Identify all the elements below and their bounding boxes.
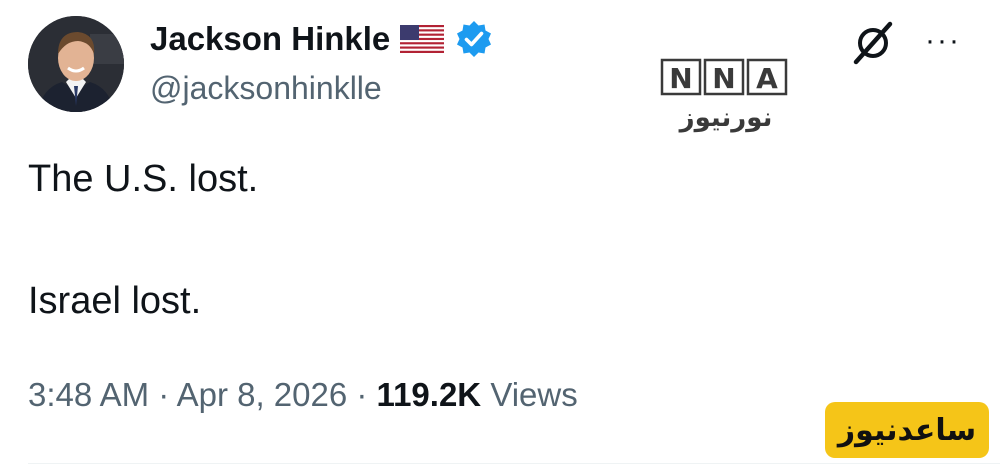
saednews-watermark-badge: ساعدنیوز bbox=[825, 402, 989, 458]
meta-separator: · bbox=[149, 376, 177, 413]
tweet-time[interactable]: 3:48 AM bbox=[28, 376, 149, 413]
grok-icon bbox=[853, 21, 893, 65]
svg-text:A: A bbox=[756, 62, 778, 95]
svg-text:نورنیوز: نورنیوز bbox=[678, 103, 773, 133]
verified-badge-icon[interactable] bbox=[454, 19, 494, 59]
svg-text:N: N bbox=[712, 62, 735, 95]
nna-watermark-logo: N N A نورنیوز bbox=[660, 58, 788, 133]
tweet-date[interactable]: Apr 8, 2026 bbox=[177, 376, 348, 413]
avatar-photo bbox=[28, 16, 124, 112]
more-button[interactable]: ··· bbox=[918, 24, 968, 58]
avatar[interactable] bbox=[28, 16, 124, 112]
views-label: Views bbox=[490, 376, 578, 413]
author-handle[interactable]: @jacksonhinklle bbox=[150, 70, 382, 107]
author-name-row: Jackson Hinkle bbox=[150, 18, 494, 60]
views-count[interactable]: 119.2K bbox=[377, 376, 482, 413]
svg-text:N: N bbox=[669, 62, 692, 95]
divider bbox=[28, 463, 1000, 464]
us-flag-icon bbox=[400, 25, 445, 53]
author-name[interactable]: Jackson Hinkle bbox=[150, 20, 390, 58]
grok-button[interactable] bbox=[848, 18, 898, 68]
tweet-text-line-2: Israel lost. bbox=[28, 280, 202, 322]
meta-separator: · bbox=[347, 376, 377, 413]
tweet-meta: 3:48 AM · Apr 8, 2026 · 119.2K Views bbox=[28, 376, 578, 414]
tweet-text-line-1: The U.S. lost. bbox=[28, 158, 259, 200]
